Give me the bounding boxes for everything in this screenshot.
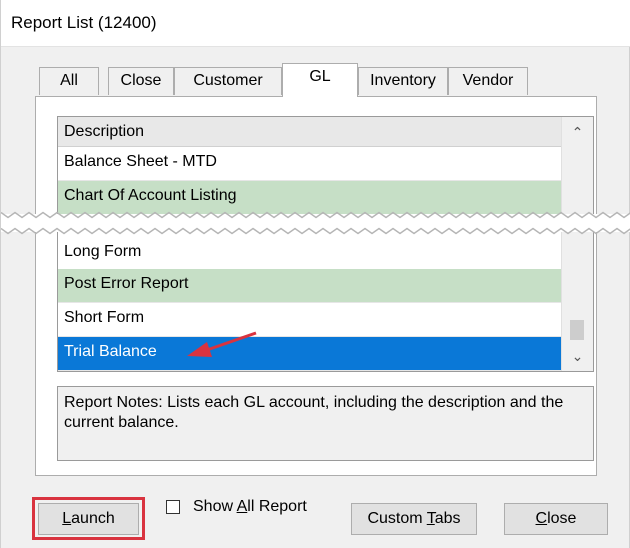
column-header-description[interactable]: Description	[58, 117, 562, 147]
tab-customer[interactable]: Customer	[174, 67, 282, 95]
tab-inventory[interactable]: Inventory	[358, 67, 448, 95]
tab-inventory-label: Inventory	[370, 72, 436, 89]
window-title: Report List (12400)	[11, 13, 157, 32]
tab-close-label: Close	[120, 72, 162, 89]
torn-edge-separator	[1, 211, 630, 235]
report-notes: Report Notes: Lists each GL account, inc…	[57, 386, 594, 461]
list-item-label: Long Form	[64, 243, 142, 260]
show-all-checkbox[interactable]	[166, 500, 180, 514]
tab-vendor[interactable]: Vendor	[448, 67, 528, 95]
tab-close[interactable]: Close	[108, 67, 174, 95]
tab-gl-label: GL	[309, 68, 331, 85]
tab-gl[interactable]: GL	[282, 63, 358, 97]
report-list-window: Report List (12400) All Close Customer G…	[0, 0, 630, 548]
list-item-label: Chart Of Account Listing	[64, 187, 237, 204]
list-item[interactable]: Post Error Report	[58, 269, 562, 303]
list-item-label: Trial Balance	[64, 343, 157, 360]
scroll-thumb[interactable]	[570, 320, 584, 340]
tab-customer-label: Customer	[193, 72, 263, 89]
scroll-down-icon[interactable]: ⌄	[562, 341, 593, 371]
list-item[interactable]: Balance Sheet - MTD	[58, 147, 562, 181]
tab-all-label: All	[60, 72, 78, 89]
list-item-selected[interactable]: Trial Balance	[58, 337, 562, 371]
scroll-up-icon[interactable]: ⌃	[562, 117, 593, 147]
close-accesskey: C	[535, 510, 548, 527]
custom-tabs-button[interactable]: Custom Tabs	[351, 503, 477, 535]
tab-vendor-label: Vendor	[462, 72, 514, 89]
report-list[interactable]: Description Balance Sheet - MTD Chart Of…	[57, 116, 594, 372]
launch-accesskey: L	[62, 510, 72, 527]
show-all-label[interactable]: Show All Report	[193, 497, 307, 517]
close-button[interactable]: Close	[504, 503, 608, 535]
list-item-label: Short Form	[64, 309, 145, 326]
list-item[interactable]: Short Form	[58, 303, 562, 337]
launch-button[interactable]: Launch	[38, 503, 139, 535]
list-item-label: Balance Sheet - MTD	[64, 153, 217, 170]
custom-tabs-label: Custom	[367, 510, 427, 527]
tab-all[interactable]: All	[39, 67, 99, 95]
close-label: lose	[547, 510, 577, 527]
list-scrollbar[interactable]: ⌃ ⌄	[561, 117, 593, 371]
title-bar[interactable]: Report List (12400)	[1, 0, 630, 47]
launch-label: aunch	[71, 510, 115, 527]
list-item[interactable]: Long Form	[58, 237, 562, 271]
list-item-label: Post Error Report	[64, 275, 189, 292]
